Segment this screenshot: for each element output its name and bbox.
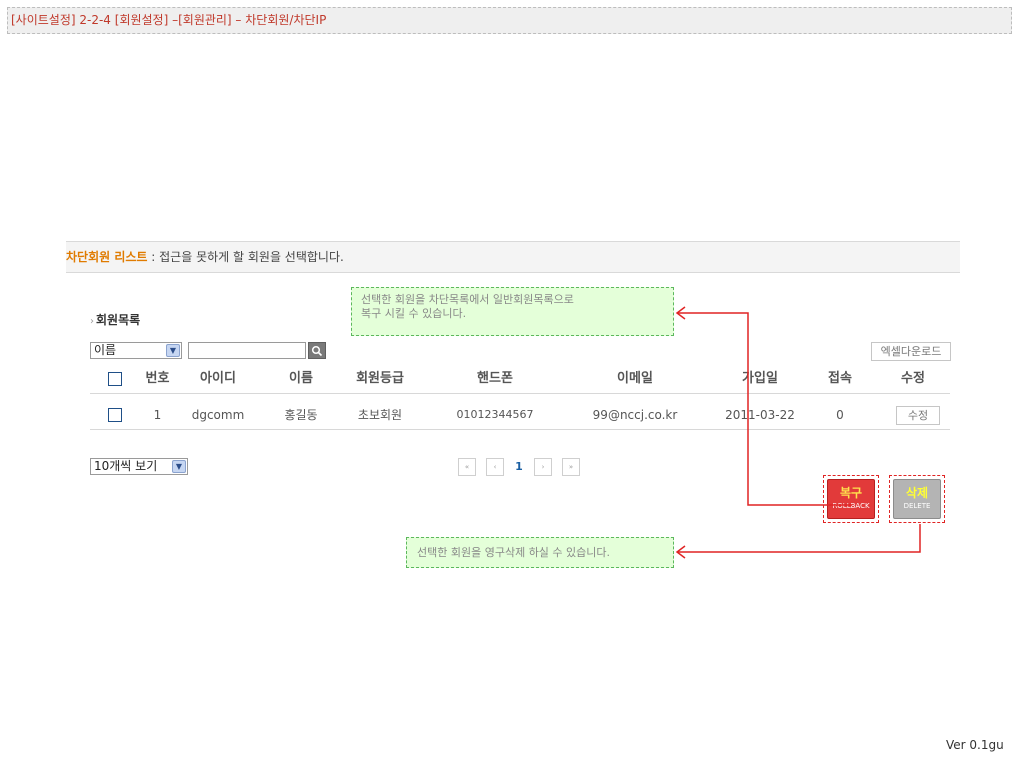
rollback-annotation-line [677,312,852,506]
annotation-arrows [675,306,921,559]
delete-annotation-line [677,524,921,553]
version-label: Ver 0.1gu [946,738,1004,752]
